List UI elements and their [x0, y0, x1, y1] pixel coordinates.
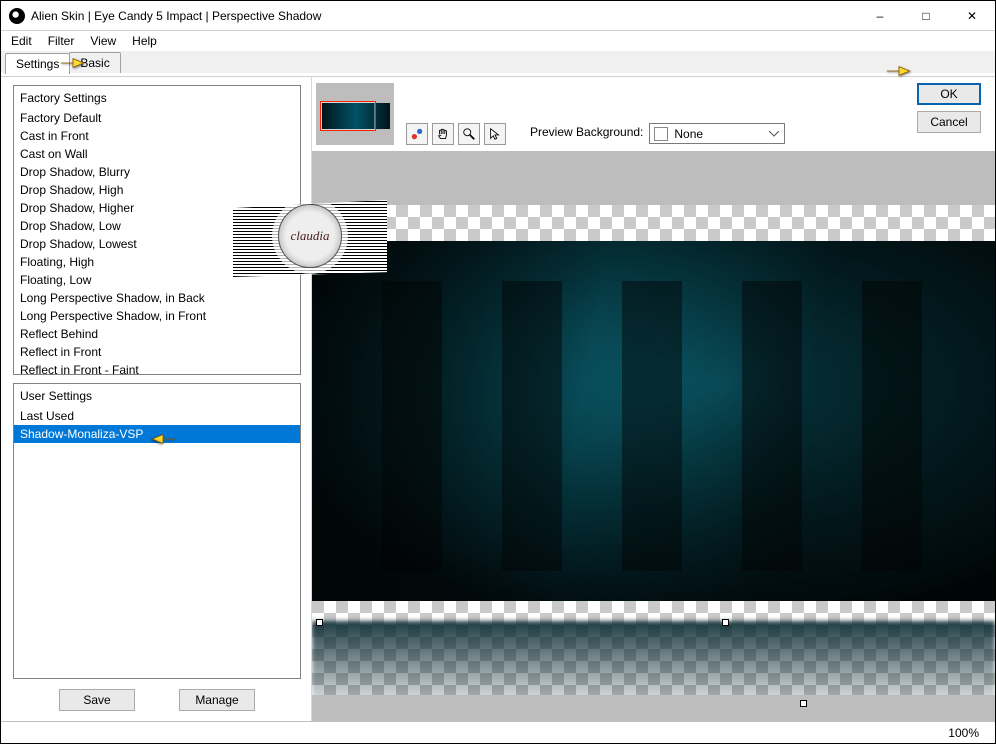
preview-toolbar: Preview Background: None OK Cancel	[312, 77, 995, 151]
list-item[interactable]: Factory Default	[14, 109, 300, 127]
list-item[interactable]: Drop Shadow, Blurry	[14, 163, 300, 181]
list-item[interactable]: Floating, Low	[14, 271, 300, 289]
list-item[interactable]: Long Perspective Shadow, in Back	[14, 289, 300, 307]
preview-background-select[interactable]: None	[649, 123, 785, 144]
manage-button[interactable]: Manage	[179, 689, 255, 711]
close-button[interactable]: ✕	[949, 1, 995, 31]
app-icon	[9, 8, 25, 24]
menu-help[interactable]: Help	[126, 32, 167, 50]
main: Factory Settings Factory Default Cast in…	[1, 77, 995, 721]
window-title: Alien Skin | Eye Candy 5 Impact | Perspe…	[31, 9, 857, 23]
ok-button[interactable]: OK	[917, 83, 981, 105]
list-item[interactable]: Floating, High	[14, 253, 300, 271]
maximize-button[interactable]: □	[903, 1, 949, 31]
tab-settings[interactable]: Settings	[5, 53, 70, 74]
resize-handle[interactable]	[316, 619, 323, 626]
menu-filter[interactable]: Filter	[42, 32, 85, 50]
titlebar: Alien Skin | Eye Candy 5 Impact | Perspe…	[1, 1, 995, 31]
list-item[interactable]: Shadow-Monaliza-VSP	[14, 425, 300, 443]
list-item[interactable]: Long Perspective Shadow, in Front	[14, 307, 300, 325]
list-item[interactable]: Reflect in Front	[14, 343, 300, 361]
menu-edit[interactable]: Edit	[5, 32, 42, 50]
color-sample-tool[interactable]	[406, 123, 428, 145]
left-panel: Factory Settings Factory Default Cast in…	[1, 77, 311, 721]
user-settings-list[interactable]: User Settings Last Used Shadow-Monaliza-…	[13, 383, 301, 679]
navigator-thumbnail[interactable]	[316, 83, 394, 145]
factory-settings-header: Factory Settings	[14, 88, 300, 109]
pointer-tool[interactable]	[484, 123, 506, 145]
resize-handle[interactable]	[800, 700, 807, 707]
cancel-button[interactable]: Cancel	[917, 111, 981, 133]
menubar: Edit Filter View Help	[1, 31, 995, 51]
list-item[interactable]: Drop Shadow, High	[14, 181, 300, 199]
tabstrip: Settings Basic	[1, 51, 995, 74]
zoom-tool[interactable]	[458, 123, 480, 145]
preview-background-value: None	[674, 127, 703, 141]
list-item[interactable]: Reflect in Front - Faint	[14, 361, 300, 375]
list-item[interactable]: Reflect Behind	[14, 325, 300, 343]
save-button[interactable]: Save	[59, 689, 135, 711]
tab-basic[interactable]: Basic	[69, 52, 120, 73]
right-panel: Preview Background: None OK Cancel	[311, 77, 995, 721]
preview-canvas[interactable]	[312, 151, 995, 721]
button-row: Save Manage	[13, 679, 301, 715]
hand-tool[interactable]	[432, 123, 454, 145]
resize-handle[interactable]	[722, 619, 729, 626]
preview-image	[312, 241, 995, 601]
list-item[interactable]: Cast on Wall	[14, 145, 300, 163]
swatch-icon	[654, 127, 668, 141]
user-settings-header: User Settings	[14, 386, 300, 407]
list-item[interactable]: Drop Shadow, Lowest	[14, 235, 300, 253]
chevron-down-icon	[766, 126, 782, 142]
list-item[interactable]: Drop Shadow, Low	[14, 217, 300, 235]
list-item[interactable]: Drop Shadow, Higher	[14, 199, 300, 217]
menu-view[interactable]: View	[84, 32, 126, 50]
list-item[interactable]: Cast in Front	[14, 127, 300, 145]
minimize-button[interactable]: –	[857, 1, 903, 31]
statusbar: 100%	[1, 721, 995, 743]
factory-settings-list[interactable]: Factory Settings Factory Default Cast in…	[13, 85, 301, 375]
zoom-level: 100%	[948, 726, 979, 740]
list-item[interactable]: Last Used	[14, 407, 300, 425]
preview-background-label: Preview Background:	[530, 125, 643, 139]
navigator-selection[interactable]	[320, 101, 376, 131]
